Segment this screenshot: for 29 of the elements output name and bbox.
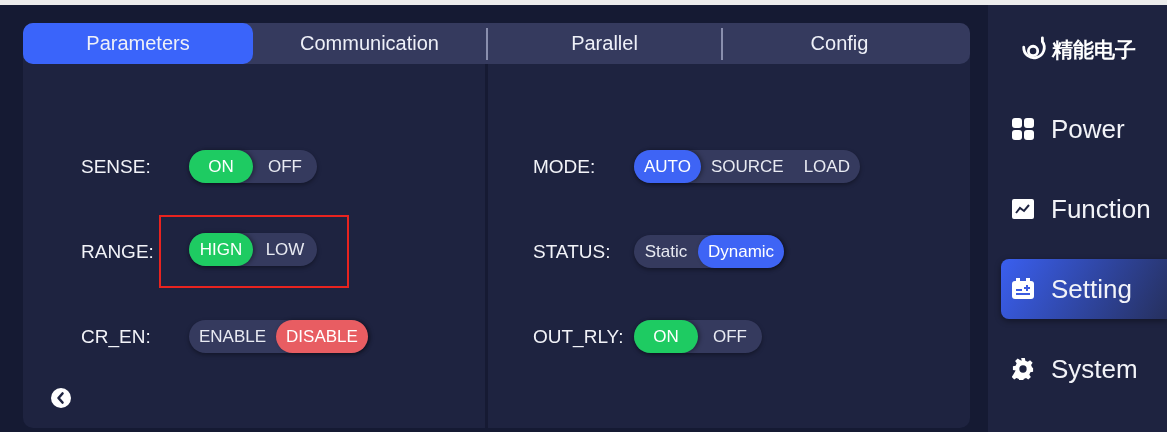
setting-label: MODE:: [533, 155, 597, 178]
battery-icon: [1012, 278, 1034, 300]
settings-icon: [1012, 358, 1034, 380]
option-button[interactable]: ENABLE: [189, 320, 277, 353]
tab[interactable]: Parallel: [488, 23, 721, 64]
nav-item[interactable]: Setting: [1001, 259, 1167, 319]
option-button[interactable]: AUTO: [634, 150, 701, 183]
option-button[interactable]: LOAD: [793, 150, 860, 183]
tab[interactable]: Parameters: [23, 23, 253, 64]
nav-item[interactable]: Power: [1001, 99, 1167, 159]
grid-icon: [1012, 118, 1034, 140]
setting-label: STATUS:: [533, 240, 612, 263]
setting-label: RANGE:: [81, 240, 155, 263]
setting-label: OUT_RLY:: [533, 325, 625, 348]
tab[interactable]: Config: [723, 23, 956, 64]
setting-label: SENSE:: [81, 155, 152, 178]
tab[interactable]: Communication: [253, 23, 486, 64]
option-button[interactable]: Dynamic: [698, 235, 785, 268]
logo-text: 精能电子: [1052, 37, 1136, 63]
option-button[interactable]: OFF: [698, 320, 762, 353]
chart-icon: [1012, 198, 1034, 220]
back-icon[interactable]: [51, 388, 71, 408]
option-button[interactable]: Static: [634, 235, 698, 268]
option-button[interactable]: SOURCE: [700, 150, 794, 183]
option-button[interactable]: OFF: [253, 150, 317, 183]
option-button[interactable]: LOW: [253, 233, 317, 266]
setting-label: CR_EN:: [81, 325, 152, 348]
nav-item[interactable]: System: [1001, 339, 1167, 399]
nav-item[interactable]: Function: [1001, 179, 1167, 239]
